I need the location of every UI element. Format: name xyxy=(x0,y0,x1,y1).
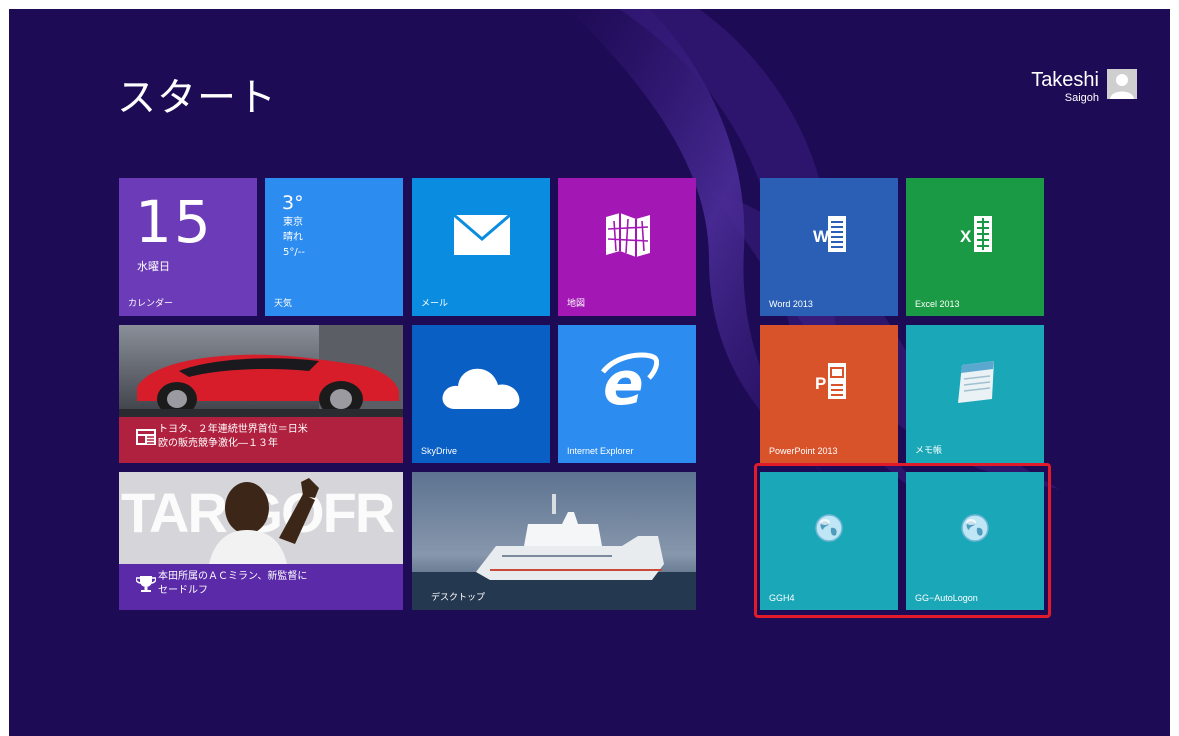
tile-internet-explorer[interactable]: e Internet Explorer xyxy=(558,325,696,463)
highlight-box xyxy=(754,463,1051,618)
tile-powerpoint[interactable]: P PowerPoint 2013 xyxy=(760,325,898,463)
weather-condition: 晴れ xyxy=(283,232,303,243)
tile-label: PowerPoint 2013 xyxy=(769,446,838,456)
svg-text:P: P xyxy=(815,374,826,393)
tile-label: Excel 2013 xyxy=(915,299,960,309)
weather-city: 東京 xyxy=(283,217,303,228)
tile-desktop[interactable]: デスクトップ xyxy=(412,472,696,610)
folded-map-icon xyxy=(606,213,650,257)
user-first-name: Takeshi xyxy=(1031,69,1099,91)
tile-skydrive[interactable]: SkyDrive xyxy=(412,325,550,463)
excel-sheet-icon: X xyxy=(960,216,992,252)
tile-weather[interactable]: 3° 東京 晴れ 5°/-- 天気 xyxy=(265,178,403,316)
user-account[interactable]: Takeshi Saigoh xyxy=(1031,69,1137,105)
newspaper-icon xyxy=(136,429,156,445)
tile-label: カレンダー xyxy=(128,298,174,308)
sports-photo: TAR GOFR xyxy=(119,472,403,564)
calendar-weekday: 水曜日 xyxy=(137,260,170,273)
tile-label: Internet Explorer xyxy=(567,446,634,456)
internet-explorer-e-icon: e xyxy=(601,350,659,412)
tile-news[interactable]: トヨタ、２年連続世界首位＝日米 欧の販売競争激化―１３年 xyxy=(119,325,403,463)
tile-label: 天気 xyxy=(274,298,293,308)
tile-label: デスクトップ xyxy=(431,592,486,602)
sports-headline-line1: 本田所属のＡＣミラン、新監督に xyxy=(158,571,308,582)
envelope-icon xyxy=(453,214,511,255)
news-headline-line1: トヨタ、２年連続世界首位＝日米 xyxy=(158,424,308,435)
weather-temperature: 3° xyxy=(282,192,304,214)
tile-label: メール xyxy=(421,298,449,308)
tile-label: 地図 xyxy=(567,298,586,308)
cloud-icon xyxy=(442,368,520,409)
tile-label: メモ帳 xyxy=(915,445,943,455)
user-last-name: Saigoh xyxy=(1064,92,1099,104)
tile-label: SkyDrive xyxy=(421,446,458,456)
weather-range: 5°/-- xyxy=(283,247,305,258)
tile-maps[interactable]: 地図 xyxy=(558,178,696,316)
tile-notepad[interactable]: メモ帳 xyxy=(906,325,1044,463)
svg-text:W: W xyxy=(813,227,830,246)
tile-excel[interactable]: X Excel 2013 xyxy=(906,178,1044,316)
tile-word[interactable]: W Word 2013 xyxy=(760,178,898,316)
news-photo xyxy=(119,325,403,417)
sports-headline-line2: セードルフ xyxy=(158,585,208,596)
tile-sports-news[interactable]: TAR GOFR 本田所属のＡＣミラン、新監督に セードルフ xyxy=(119,472,403,610)
word-doc-icon: W xyxy=(813,216,846,252)
powerpoint-slide-icon: P xyxy=(815,363,846,399)
tile-mail[interactable]: メール xyxy=(412,178,550,316)
start-screen: スタート Takeshi Saigoh 15 水曜日 カレンダー 3° 東京 晴… xyxy=(9,9,1170,736)
trophy-icon xyxy=(136,576,156,592)
notepad-icon xyxy=(958,361,994,403)
svg-text:X: X xyxy=(960,227,972,246)
user-avatar-icon[interactable] xyxy=(1107,69,1137,99)
page-title: スタート xyxy=(117,76,278,121)
tile-label: Word 2013 xyxy=(769,299,813,309)
calendar-day: 15 xyxy=(135,188,213,256)
news-headline-line2: 欧の販売競争激化―１３年 xyxy=(158,438,278,449)
tile-calendar[interactable]: 15 水曜日 カレンダー xyxy=(119,178,257,316)
